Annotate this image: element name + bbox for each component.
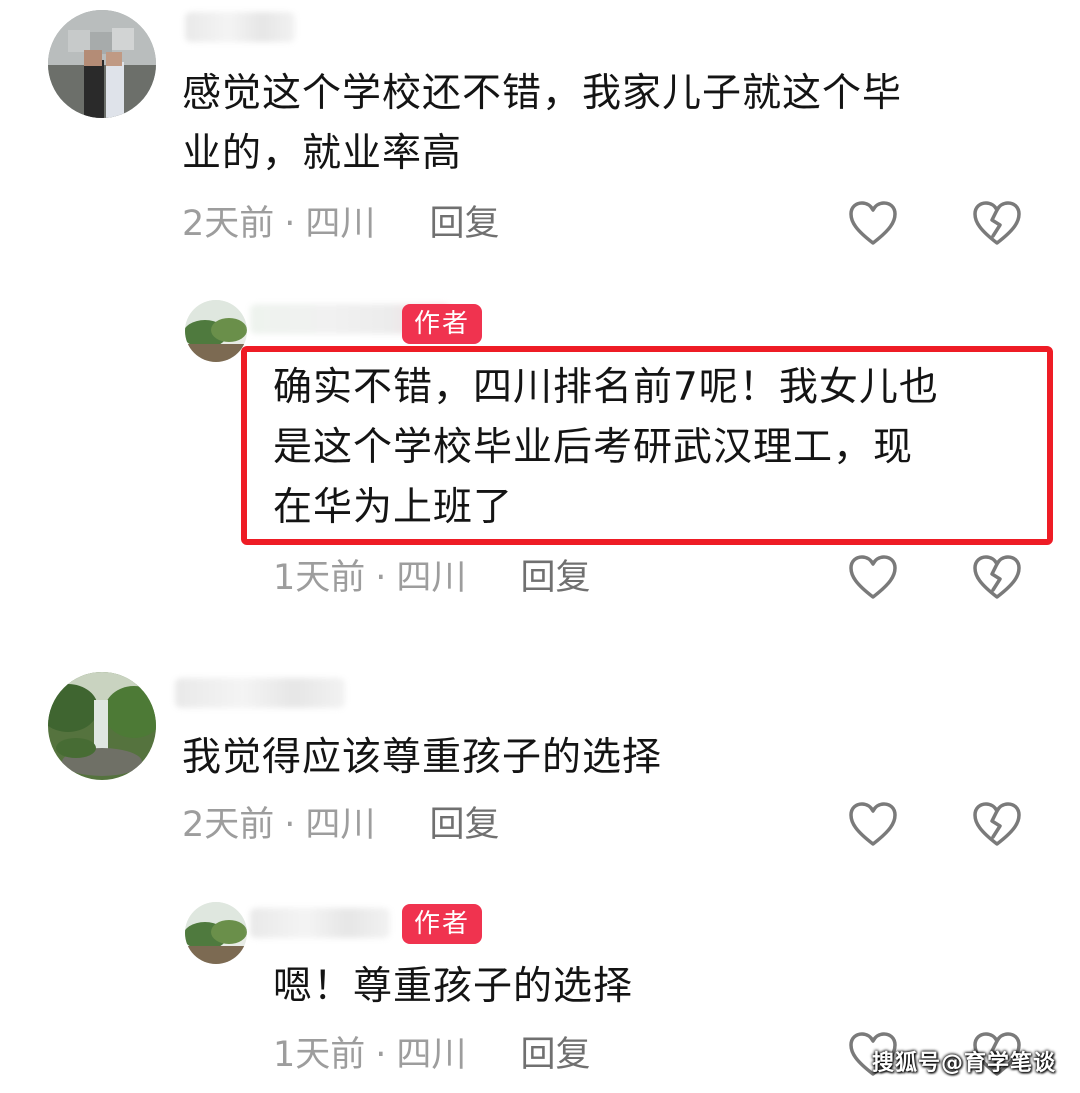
comment-location: 四川 (396, 1035, 467, 1075)
username-masked (185, 12, 295, 42)
comment-text: 我觉得应该尊重孩子的选择 (182, 728, 1042, 788)
meta-separator: · (284, 204, 296, 244)
comment-thread: 感觉这个学校还不错，我家儿子就这个毕 业的，就业率高 2天前 · 四川 回复 作者 (0, 0, 1080, 1093)
avatar[interactable] (185, 300, 247, 362)
comment-item: 感觉这个学校还不错，我家儿子就这个毕 业的，就业率高 2天前 · 四川 回复 (0, 0, 1080, 280)
heart-outline-icon[interactable] (848, 801, 898, 847)
comment-location: 四川 (305, 204, 376, 244)
comment-location: 四川 (396, 558, 467, 598)
meta-separator: · (284, 805, 296, 845)
comment-time: 1天前 (273, 558, 366, 598)
comment-text: 感觉这个学校还不错，我家儿子就这个毕 业的，就业率高 (182, 64, 1042, 184)
comment-text-line: 是这个学校毕业后考研武汉理工，现 (273, 425, 914, 470)
avatar[interactable] (185, 902, 247, 964)
comment-time: 2天前 (182, 805, 275, 845)
comment-time: 2天前 (182, 204, 275, 244)
comment-text-line: 在华为上班了 (273, 485, 514, 530)
reply-button[interactable]: 回复 (429, 204, 499, 244)
avatar[interactable] (48, 10, 156, 118)
username-masked (175, 678, 345, 708)
comment-meta: 2天前 · 四川 回复 (182, 204, 499, 244)
watermark: 搜狐号@育学笔谈 (871, 1051, 1056, 1076)
comment-item: 我觉得应该尊重孩子的选择 2天前 · 四川 回复 (0, 660, 1080, 870)
comment-location: 四川 (305, 805, 376, 845)
comment-meta: 2天前 · 四川 回复 (182, 805, 499, 845)
meta-separator: · (375, 1035, 387, 1075)
broken-heart-icon[interactable] (972, 200, 1022, 246)
author-badge: 作者 (402, 904, 483, 944)
comment-text: 确实不错，四川排名前7呢！我女儿也 是这个学校毕业后考研武汉理工，现 在华为上班… (273, 358, 1043, 538)
comment-meta: 1天前 · 四川 回复 (273, 1035, 590, 1075)
comment-text: 嗯！尊重孩子的选择 (273, 957, 1043, 1017)
reply-button[interactable]: 回复 (520, 558, 590, 598)
reply-item: 作者 确实不错，四川排名前7呢！我女儿也 是这个学校毕业后考研武汉理工，现 在华… (0, 290, 1080, 620)
comment-text-line: 嗯！尊重孩子的选择 (273, 964, 634, 1009)
heart-outline-icon[interactable] (848, 200, 898, 246)
author-badge: 作者 (402, 304, 483, 344)
broken-heart-icon[interactable] (972, 801, 1022, 847)
meta-separator: · (375, 558, 387, 598)
reply-button[interactable]: 回复 (429, 805, 499, 845)
broken-heart-icon[interactable] (972, 554, 1022, 600)
comment-text-line: 确实不错，四川排名前7呢！我女儿也 (273, 365, 939, 410)
avatar[interactable] (48, 672, 156, 780)
comment-text-line: 我觉得应该尊重孩子的选择 (182, 735, 663, 780)
username-masked (250, 908, 390, 938)
heart-outline-icon[interactable] (848, 554, 898, 600)
reply-button[interactable]: 回复 (520, 1035, 590, 1075)
comment-text-line: 业的，就业率高 (182, 131, 463, 176)
comment-text-line: 感觉这个学校还不错，我家儿子就这个毕 (182, 71, 903, 116)
comment-meta: 1天前 · 四川 回复 (273, 558, 590, 598)
comment-time: 1天前 (273, 1035, 366, 1075)
